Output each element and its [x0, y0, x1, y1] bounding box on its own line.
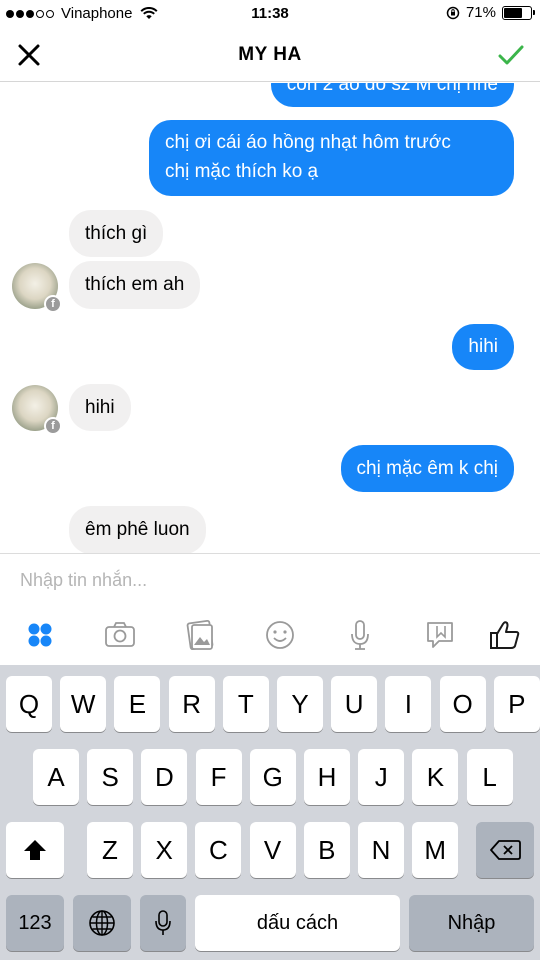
key-c[interactable]: C: [195, 822, 242, 878]
message-list[interactable]: còn 2 áo đỏ sz M chị nhé chị ơi cái áo h…: [0, 83, 540, 553]
checkmark-icon[interactable]: [496, 40, 526, 70]
message-text: thích em ah: [85, 274, 185, 295]
key-d[interactable]: D: [141, 749, 188, 805]
key-m[interactable]: M: [412, 822, 459, 878]
microphone-icon: [155, 910, 171, 935]
message-bubble-incoming[interactable]: hihi: [69, 384, 131, 431]
key-b[interactable]: B: [303, 822, 350, 878]
message-text: êm phê luon: [85, 519, 190, 540]
message-text: chị mặc êm k chị: [356, 458, 498, 479]
thumbs-up-icon[interactable]: [488, 618, 522, 652]
avatar[interactable]: f: [12, 385, 62, 435]
key-u[interactable]: U: [331, 676, 378, 732]
return-key[interactable]: Nhập: [409, 895, 534, 951]
nav-bar: MY HA: [0, 28, 540, 82]
key-e[interactable]: E: [114, 676, 161, 732]
message-text: hihi: [85, 397, 115, 418]
globe-key[interactable]: [73, 895, 131, 951]
key-i[interactable]: I: [385, 676, 432, 732]
numbers-key[interactable]: 123: [6, 895, 64, 951]
key-v[interactable]: V: [249, 822, 296, 878]
avatar[interactable]: f: [12, 263, 62, 313]
message-text: còn 2 áo đỏ sz M chị nhé: [286, 83, 498, 95]
battery-icon: [502, 5, 535, 20]
key-y[interactable]: Y: [277, 676, 323, 732]
rotation-lock-icon: [446, 6, 460, 19]
key-s[interactable]: S: [87, 749, 134, 805]
message-text: thích gì: [85, 223, 148, 244]
key-f[interactable]: F: [195, 749, 242, 805]
space-key[interactable]: dấu cách: [195, 895, 400, 951]
key-l[interactable]: L: [466, 749, 513, 805]
quick-reply-icon[interactable]: [423, 618, 457, 652]
facebook-badge-icon: f: [44, 295, 62, 313]
message-bubble-incoming[interactable]: êm phê luon: [69, 506, 206, 553]
key-t[interactable]: T: [222, 676, 269, 732]
message-bubble-incoming[interactable]: thích em ah: [69, 261, 201, 309]
message-text-line: chị mặc thích ko ạ: [165, 161, 319, 182]
key-x[interactable]: X: [141, 822, 188, 878]
key-o[interactable]: O: [439, 676, 486, 732]
composer-toolbar: [0, 616, 540, 656]
message-bubble-outgoing[interactable]: còn 2 áo đỏ sz M chị nhé: [270, 83, 514, 107]
keyboard: QWERTYUIOP ASDFGHJKL ZXCVBNM 123 dấu các…: [0, 665, 540, 960]
key-p[interactable]: P: [493, 676, 540, 732]
key-w[interactable]: W: [60, 676, 107, 732]
key-k[interactable]: K: [412, 749, 459, 805]
message-bubble-outgoing[interactable]: hihi: [452, 324, 514, 370]
shift-icon: [24, 840, 46, 860]
globe-icon: [89, 910, 115, 936]
message-bubble-outgoing[interactable]: chị mặc êm k chị: [340, 445, 514, 492]
key-n[interactable]: N: [358, 822, 404, 878]
facebook-badge-icon: f: [44, 417, 62, 435]
microphone-icon[interactable]: [343, 618, 377, 652]
message-text-line: chị ơi cái áo hồng nhạt hôm trước: [165, 132, 451, 153]
key-g[interactable]: G: [249, 749, 296, 805]
status-bar: Vinaphone 11:38 71%: [0, 0, 540, 28]
message-input[interactable]: Nhập tin nhắn...: [20, 570, 147, 591]
photo-icon[interactable]: [183, 618, 217, 652]
backspace-icon: [490, 840, 521, 860]
smiley-icon[interactable]: [263, 618, 297, 652]
key-j[interactable]: J: [358, 749, 405, 805]
backspace-key[interactable]: [476, 822, 534, 878]
camera-icon[interactable]: [103, 618, 137, 652]
shift-key[interactable]: [6, 822, 64, 878]
key-h[interactable]: H: [304, 749, 350, 805]
composer: Nhập tin nhắn...: [0, 553, 540, 665]
key-r[interactable]: R: [168, 676, 215, 732]
battery-percent: 71%: [465, 4, 496, 21]
message-bubble-outgoing[interactable]: chị ơi cái áo hồng nhạt hôm trước chị mặ…: [149, 120, 514, 196]
key-a[interactable]: A: [33, 749, 79, 805]
conversation-title: MY HA: [238, 44, 302, 65]
emoji-grid-icon[interactable]: [23, 618, 57, 652]
dictation-key[interactable]: [140, 895, 186, 951]
key-z[interactable]: Z: [87, 822, 133, 878]
message-bubble-incoming[interactable]: thích gì: [69, 210, 164, 257]
key-q[interactable]: Q: [6, 676, 52, 732]
status-right: 71%: [446, 4, 535, 21]
message-text: hihi: [468, 336, 498, 357]
